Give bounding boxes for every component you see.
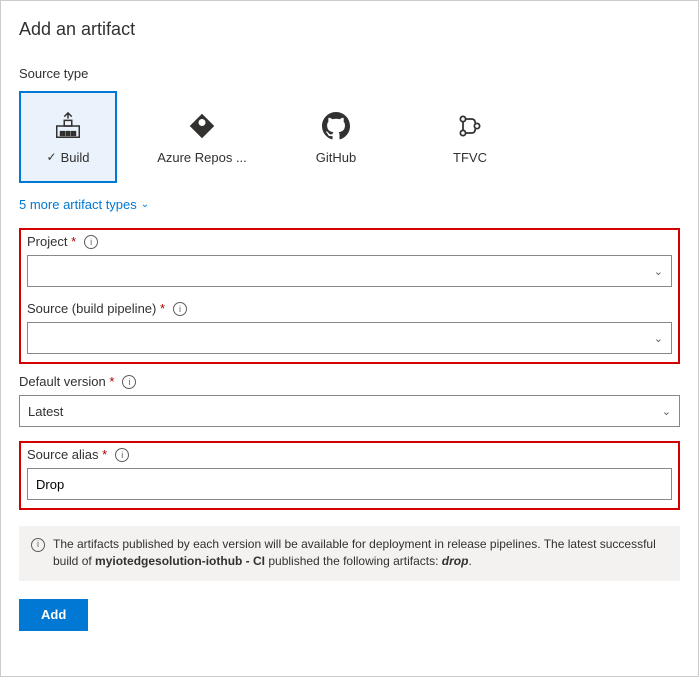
- highlight-project-source: Project * i ⌄ Source (build pipeline) * …: [19, 228, 680, 364]
- info-icon[interactable]: i: [173, 302, 187, 316]
- info-icon: i: [31, 538, 45, 552]
- source-type-tfvc[interactable]: TFVC: [421, 91, 519, 183]
- source-alias-group: Source alias * i: [27, 447, 672, 500]
- project-group: Project * i ⌄: [27, 234, 672, 287]
- source-pipeline-label: Source (build pipeline) *: [27, 301, 165, 316]
- more-link-text: 5 more artifact types: [19, 197, 137, 212]
- source-type-build-label: ✓ Build: [47, 150, 90, 165]
- more-artifact-types-link[interactable]: 5 more artifact types ⌄: [19, 197, 680, 212]
- page-title: Add an artifact: [19, 19, 680, 40]
- add-button[interactable]: Add: [19, 599, 88, 631]
- source-type-github[interactable]: GitHub: [287, 91, 385, 183]
- info-icon[interactable]: i: [115, 448, 129, 462]
- source-pipeline-select[interactable]: ⌄: [27, 322, 672, 354]
- tile-label-text: Build: [61, 150, 90, 165]
- source-type-build[interactable]: ✓ Build: [19, 91, 117, 183]
- default-version-group: Default version * i Latest ⌄: [19, 374, 680, 427]
- github-icon: [320, 110, 352, 142]
- source-type-row: ✓ Build Azure Repos ... GitHub TFVC: [19, 91, 680, 183]
- tfvc-icon: [454, 110, 486, 142]
- source-type-tfvc-label: TFVC: [453, 150, 487, 165]
- highlight-source-alias: Source alias * i: [19, 441, 680, 510]
- project-label: Project *: [27, 234, 76, 249]
- azure-repos-icon: [186, 110, 218, 142]
- default-version-label: Default version *: [19, 374, 114, 389]
- info-icon[interactable]: i: [122, 375, 136, 389]
- info-icon[interactable]: i: [84, 235, 98, 249]
- source-type-azure-repos-label: Azure Repos ...: [157, 150, 247, 165]
- source-type-github-label: GitHub: [316, 150, 356, 165]
- build-icon: [52, 110, 84, 142]
- default-version-select[interactable]: Latest ⌄: [19, 395, 680, 427]
- source-alias-input[interactable]: [27, 468, 672, 500]
- chevron-down-icon: ⌄: [662, 405, 671, 418]
- source-pipeline-group: Source (build pipeline) * i ⌄: [27, 301, 672, 354]
- chevron-down-icon: ⌄: [654, 332, 663, 345]
- project-select[interactable]: ⌄: [27, 255, 672, 287]
- info-banner: i The artifacts published by each versio…: [19, 526, 680, 581]
- source-type-label: Source type: [19, 66, 680, 81]
- default-version-value: Latest: [28, 404, 63, 419]
- info-banner-text: The artifacts published by each version …: [53, 536, 668, 571]
- chevron-down-icon: ⌄: [141, 199, 149, 210]
- source-alias-label: Source alias *: [27, 447, 107, 462]
- checkmark-icon: ✓: [47, 150, 57, 164]
- source-type-azure-repos[interactable]: Azure Repos ...: [153, 91, 251, 183]
- chevron-down-icon: ⌄: [654, 265, 663, 278]
